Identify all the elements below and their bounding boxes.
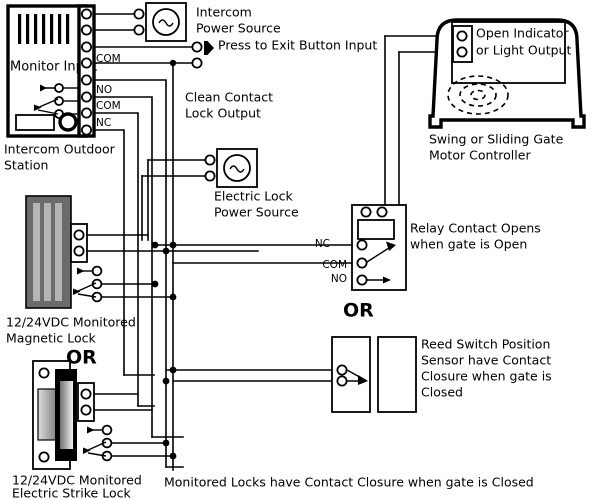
relay-label-nc: NC <box>315 238 330 250</box>
terminal-label-com-lower: COM <box>96 100 121 112</box>
clean-contact-label-line2: Lock Output <box>185 106 261 121</box>
nameplate <box>15 114 55 131</box>
relay-terminal-com[interactable] <box>356 257 368 269</box>
electric-strike-lock[interactable] <box>32 360 113 470</box>
gate-terminal-open-indicator[interactable] <box>456 30 468 42</box>
press-to-exit-input[interactable] <box>191 41 214 69</box>
intercom-power-source[interactable] <box>133 2 187 42</box>
maglock-caption-line1: 12/24VDC Monitored <box>6 315 136 330</box>
reed-label-line2: Sensor have Contact <box>421 353 551 368</box>
clean-contact-label-line1: Clean Contact <box>185 90 273 105</box>
junction-dot <box>169 366 177 374</box>
electric-lock-power-label-line2: Power Source <box>214 205 299 220</box>
reed-label-line4: Closed <box>421 385 463 400</box>
junction-dot <box>162 247 170 255</box>
reed-terminal-2[interactable] <box>336 375 348 387</box>
terminal-8-nc[interactable] <box>81 124 93 136</box>
maglock-stripe <box>44 203 51 301</box>
junction-dot <box>169 59 177 67</box>
press-to-exit-label: Press to Exit Button Input <box>218 38 377 53</box>
intercom-power-label-line2: Power Source <box>196 21 281 36</box>
terminal-3[interactable] <box>81 41 93 53</box>
strike-caption-line2: Electric Strike Lock <box>12 486 131 500</box>
reed-switch-sensor[interactable] <box>331 336 417 413</box>
terminal-label-no: NO <box>96 84 112 96</box>
strike-monitor-switch-icon <box>83 424 113 462</box>
relay-label-line2: when gate is Open <box>410 237 527 252</box>
relay-label-com: COM <box>322 259 347 271</box>
terminal-7-com[interactable] <box>81 107 93 119</box>
junction-dot <box>169 241 177 249</box>
terminal-6-no[interactable] <box>81 91 93 103</box>
reed-terminal-1[interactable] <box>336 364 348 376</box>
wiring-diagram-canvas: Monitor Input COM NO COM NC Intercom Out… <box>0 0 596 500</box>
junction-dot <box>151 241 159 249</box>
junction-dot <box>162 439 170 447</box>
reed-switch-body <box>331 336 371 413</box>
strike-screw-hole-top <box>38 367 50 379</box>
intercom-caption-line2: Station <box>4 158 48 173</box>
relay-terminal-no[interactable] <box>356 274 368 286</box>
maglock-terminal-2[interactable] <box>73 245 85 257</box>
relay-terminal-nc[interactable] <box>356 239 368 251</box>
maglock-stripe <box>55 203 62 301</box>
strike-terminal-1[interactable] <box>80 388 92 400</box>
strike-body-inner <box>60 381 73 449</box>
junction-dot <box>151 280 159 288</box>
intercom-power-terminal-2[interactable] <box>133 24 145 36</box>
junction-dot <box>169 452 177 460</box>
wire-com-upper-bus <box>93 79 167 468</box>
reed-label-line1: Reed Switch Position <box>421 337 550 352</box>
wire-com-lower-bus <box>93 112 139 407</box>
relay-coil-terminal-1[interactable] <box>360 206 372 218</box>
reed-magnet-body <box>377 336 417 413</box>
magnetic-lock[interactable] <box>25 195 103 309</box>
relay-label-line1: Relay Contact Opens <box>410 221 541 236</box>
terminal-1[interactable] <box>81 8 93 20</box>
strike-terminal-2[interactable] <box>80 404 92 416</box>
pointer-arrow-icon <box>204 41 214 55</box>
call-button[interactable] <box>58 112 78 132</box>
gate-terminal-label-line1: Open Indicator <box>476 26 569 41</box>
electric-lock-power-terminal-2[interactable] <box>204 170 216 182</box>
press-exit-terminal-2[interactable] <box>191 57 203 69</box>
press-exit-terminal-1[interactable] <box>191 41 203 53</box>
terminal-label-com-upper: COM <box>96 53 121 65</box>
or-label-sensors: OR <box>343 300 374 322</box>
maglock-caption-line2: Magnetic Lock <box>6 331 96 346</box>
diagram-svg: Monitor Input COM NO COM NC Intercom Out… <box>4 2 586 500</box>
junction-dot <box>162 377 170 385</box>
relay-contact-module[interactable] <box>351 204 407 291</box>
junction-dot <box>169 293 177 301</box>
relay-label-no: NO <box>331 273 347 285</box>
gate-terminal-label-line2: or Light Output <box>476 43 571 58</box>
strike-screw-hole-bottom <box>38 451 50 463</box>
intercom-terminal-strip[interactable] <box>77 4 96 138</box>
footer-note: Monitored Locks have Contact Closure whe… <box>164 475 534 490</box>
terminal-4[interactable] <box>81 57 93 69</box>
wire-nc-bus <box>93 129 125 376</box>
terminal-label-nc: NC <box>96 117 111 129</box>
intercom-power-terminal-1[interactable] <box>133 8 145 20</box>
electric-lock-power-label-line1: Electric Lock <box>214 189 294 204</box>
maglock-stripe <box>33 203 40 301</box>
gate-caption-line1: Swing or Sliding Gate <box>429 132 564 147</box>
maglock-terminal-1[interactable] <box>73 229 85 241</box>
maglock-monitor-switch-icon <box>73 265 103 303</box>
relay-coil-block <box>357 219 395 240</box>
intercom-caption-line1: Intercom Outdoor <box>4 142 116 157</box>
terminal-2[interactable] <box>81 24 93 36</box>
electric-lock-power-terminal-1[interactable] <box>204 154 216 166</box>
terminal-5-com[interactable] <box>81 74 93 86</box>
intercom-power-label-line1: Intercom <box>196 5 252 20</box>
gate-terminal-light-output[interactable] <box>456 46 468 58</box>
relay-coil-terminal-2[interactable] <box>376 206 388 218</box>
gate-caption-line2: Motor Controller <box>429 148 531 163</box>
electric-lock-power-source[interactable] <box>204 148 258 188</box>
reed-label-line3: Closure when gate is <box>421 369 552 384</box>
